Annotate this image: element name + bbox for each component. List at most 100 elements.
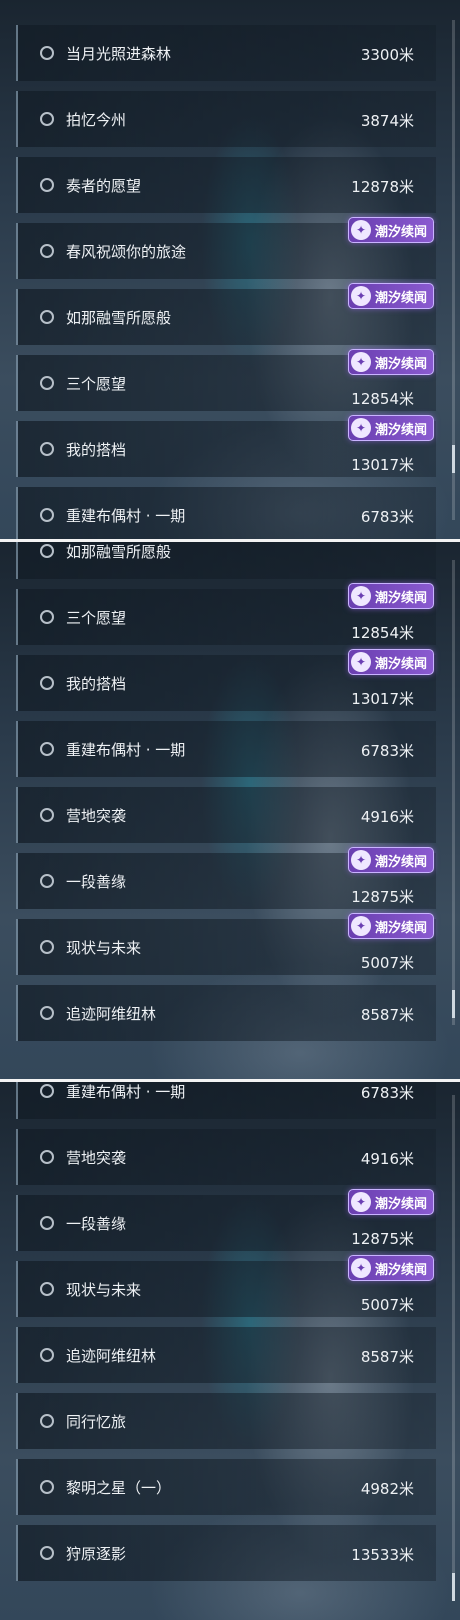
quest-list-item[interactable]: 现状与未来 5007米 ✦ 潮汐续闻 [16,1255,436,1317]
quest-list-item[interactable]: 重建布偶村 · 一期 6783米 [16,721,436,777]
quest-list-item[interactable]: 一段善缘 12875米 ✦ 潮汐续闻 [16,847,436,909]
sparkle-logo-icon: ✦ [350,652,371,672]
radio-circle-icon[interactable] [40,1480,54,1494]
radio-circle-icon[interactable] [40,676,54,690]
radio-circle-icon[interactable] [40,1348,54,1362]
quest-list-item[interactable]: 奏者的愿望 12878米 [16,157,436,213]
radio-circle-icon[interactable] [40,244,54,258]
quest-list-item[interactable]: 春风祝颂你的旅途 ✦ 潮汐续闻 [16,217,436,279]
quest-list-item[interactable]: 我的搭档 13017米 ✦ 潮汐续闻 [16,649,436,711]
quest-name: 黎明之星（一） [66,1478,172,1497]
radio-circle-icon[interactable] [40,376,54,390]
badge-label: 潮汐续闻 [374,290,427,306]
tide-sequel-badge: ✦ 潮汐续闻 [347,1189,434,1215]
scrollbar-thumb[interactable] [452,990,455,1018]
quest-list-item[interactable]: 追迹阿维纽林 8587米 [16,985,436,1041]
radio-circle-icon[interactable] [40,610,54,624]
quest-distance: 13017米 [351,456,414,474]
tide-sequel-badge: ✦ 潮汐续闻 [347,415,434,441]
quest-name: 一段善缘 [66,1214,127,1233]
scrollbar-thumb[interactable] [452,445,455,473]
quest-list-item[interactable]: 营地突袭 4916米 [16,1129,436,1185]
radio-circle-icon[interactable] [40,1006,54,1020]
radio-circle-icon[interactable] [40,112,54,126]
quest-list-item[interactable]: 三个愿望 12854米 ✦ 潮汐续闻 [16,583,436,645]
radio-circle-icon[interactable] [40,1414,54,1428]
quest-distance: 4916米 [360,1150,414,1168]
radio-circle-icon[interactable] [40,1150,54,1164]
quest-distance: 12854米 [351,390,414,408]
quest-list-item[interactable]: 一段善缘 12875米 ✦ 潮汐续闻 [16,1189,436,1251]
screenshot-divider [0,1079,460,1082]
quest-list-item[interactable]: 当月光照进森林 3300米 [16,25,436,81]
quest-list-item[interactable]: 拍忆今州 3874米 [16,91,436,147]
quest-name: 营地突袭 [66,1148,127,1167]
quest-list-item[interactable]: 重建布偶村 · 一期 6783米 [16,1080,436,1119]
quest-list-item[interactable]: 黎明之星（一） 4982米 [16,1459,436,1515]
quest-name: 同行忆旅 [66,1412,127,1431]
badge-label: 潮汐续闻 [374,920,427,936]
radio-circle-icon[interactable] [40,544,54,558]
radio-circle-icon[interactable] [40,1282,54,1296]
radio-circle-icon[interactable] [40,508,54,522]
quest-distance: 12878米 [351,178,414,196]
radio-circle-icon[interactable] [40,1216,54,1230]
sparkle-logo-icon: ✦ [350,418,371,438]
scrollbar-track[interactable] [452,560,455,1025]
badge-label: 潮汐续闻 [374,590,427,606]
quest-list-item[interactable]: 如那融雪所愿般 [16,540,436,579]
quest-list-panel: 重建布偶村 · 一期 6783米 营地突袭 4916米 一段善缘 12875米 ✦ 潮汐续闻现… [0,1080,460,1620]
tide-sequel-badge: ✦ 潮汐续闻 [347,1255,434,1281]
sparkle-logo-icon: ✦ [350,850,371,870]
radio-circle-icon[interactable] [40,742,54,756]
tide-sequel-badge: ✦ 潮汐续闻 [347,283,434,309]
radio-circle-icon[interactable] [40,178,54,192]
quest-list-item[interactable]: 如那融雪所愿般 ✦ 潮汐续闻 [16,283,436,345]
quest-list-item[interactable]: 现状与未来 5007米 ✦ 潮汐续闻 [16,913,436,975]
quest-distance: 5007米 [360,1296,414,1314]
badge-label: 潮汐续闻 [374,422,427,438]
quest-list-item[interactable]: 追迹阿维纽林 8587米 [16,1327,436,1383]
tide-sequel-badge: ✦ 潮汐续闻 [347,349,434,375]
quest-name: 现状与未来 [66,1280,142,1299]
radio-circle-icon[interactable] [40,940,54,954]
radio-circle-icon[interactable] [40,1084,54,1098]
sparkle-logo-icon: ✦ [350,352,371,372]
sparkle-logo-icon: ✦ [350,586,371,606]
sparkle-logo-icon: ✦ [350,1192,371,1212]
quest-list-item[interactable]: 狩原逐影 13533米 [16,1525,436,1581]
scrollbar-track[interactable] [452,1095,455,1600]
quest-distance: 3874米 [360,112,414,130]
sparkle-logo-icon: ✦ [350,286,371,306]
quest-name: 追迹阿维纽林 [66,1346,157,1365]
radio-circle-icon[interactable] [40,1546,54,1560]
radio-circle-icon[interactable] [40,46,54,60]
quest-name: 如那融雪所愿般 [66,542,172,561]
quest-list-item[interactable]: 营地突袭 4916米 [16,787,436,843]
quest-list-panel: 如那融雪所愿般三个愿望 12854米 ✦ 潮汐续闻 我的搭档 13017米 ✦ 潮汐续闻重建布… [0,540,460,1080]
quest-distance: 6783米 [360,742,414,760]
quest-name: 重建布偶村 · 一期 [66,506,186,525]
quest-list-panel: 当月光照进森林 3300米 拍忆今州 3874米奏者的愿望 12878米春风祝颂你的旅途… [0,0,460,540]
radio-circle-icon[interactable] [40,310,54,324]
radio-circle-icon[interactable] [40,442,54,456]
radio-circle-icon[interactable] [40,874,54,888]
quest-distance: 8587米 [360,1006,414,1024]
quest-distance: 6783米 [360,508,414,526]
sparkle-logo-icon: ✦ [350,1258,371,1278]
quest-name: 奏者的愿望 [66,176,142,195]
quest-list-item[interactable]: 我的搭档 13017米 ✦ 潮汐续闻 [16,415,436,477]
quest-list-item[interactable]: 三个愿望 12854米 ✦ 潮汐续闻 [16,349,436,411]
quest-name: 我的搭档 [66,440,127,459]
quest-name: 我的搭档 [66,674,127,693]
quest-list-item[interactable]: 重建布偶村 · 一期 6783米 [16,487,436,540]
quest-distance: 8587米 [360,1348,414,1366]
scrollbar-thumb[interactable] [452,1573,455,1601]
tide-sequel-badge: ✦ 潮汐续闻 [347,583,434,609]
quest-distance: 3300米 [360,46,414,64]
quest-distance: 12875米 [351,888,414,906]
radio-circle-icon[interactable] [40,808,54,822]
quest-distance: 6783米 [360,1084,414,1102]
quest-list-item[interactable]: 同行忆旅 [16,1393,436,1449]
tide-sequel-badge: ✦ 潮汐续闻 [347,847,434,873]
